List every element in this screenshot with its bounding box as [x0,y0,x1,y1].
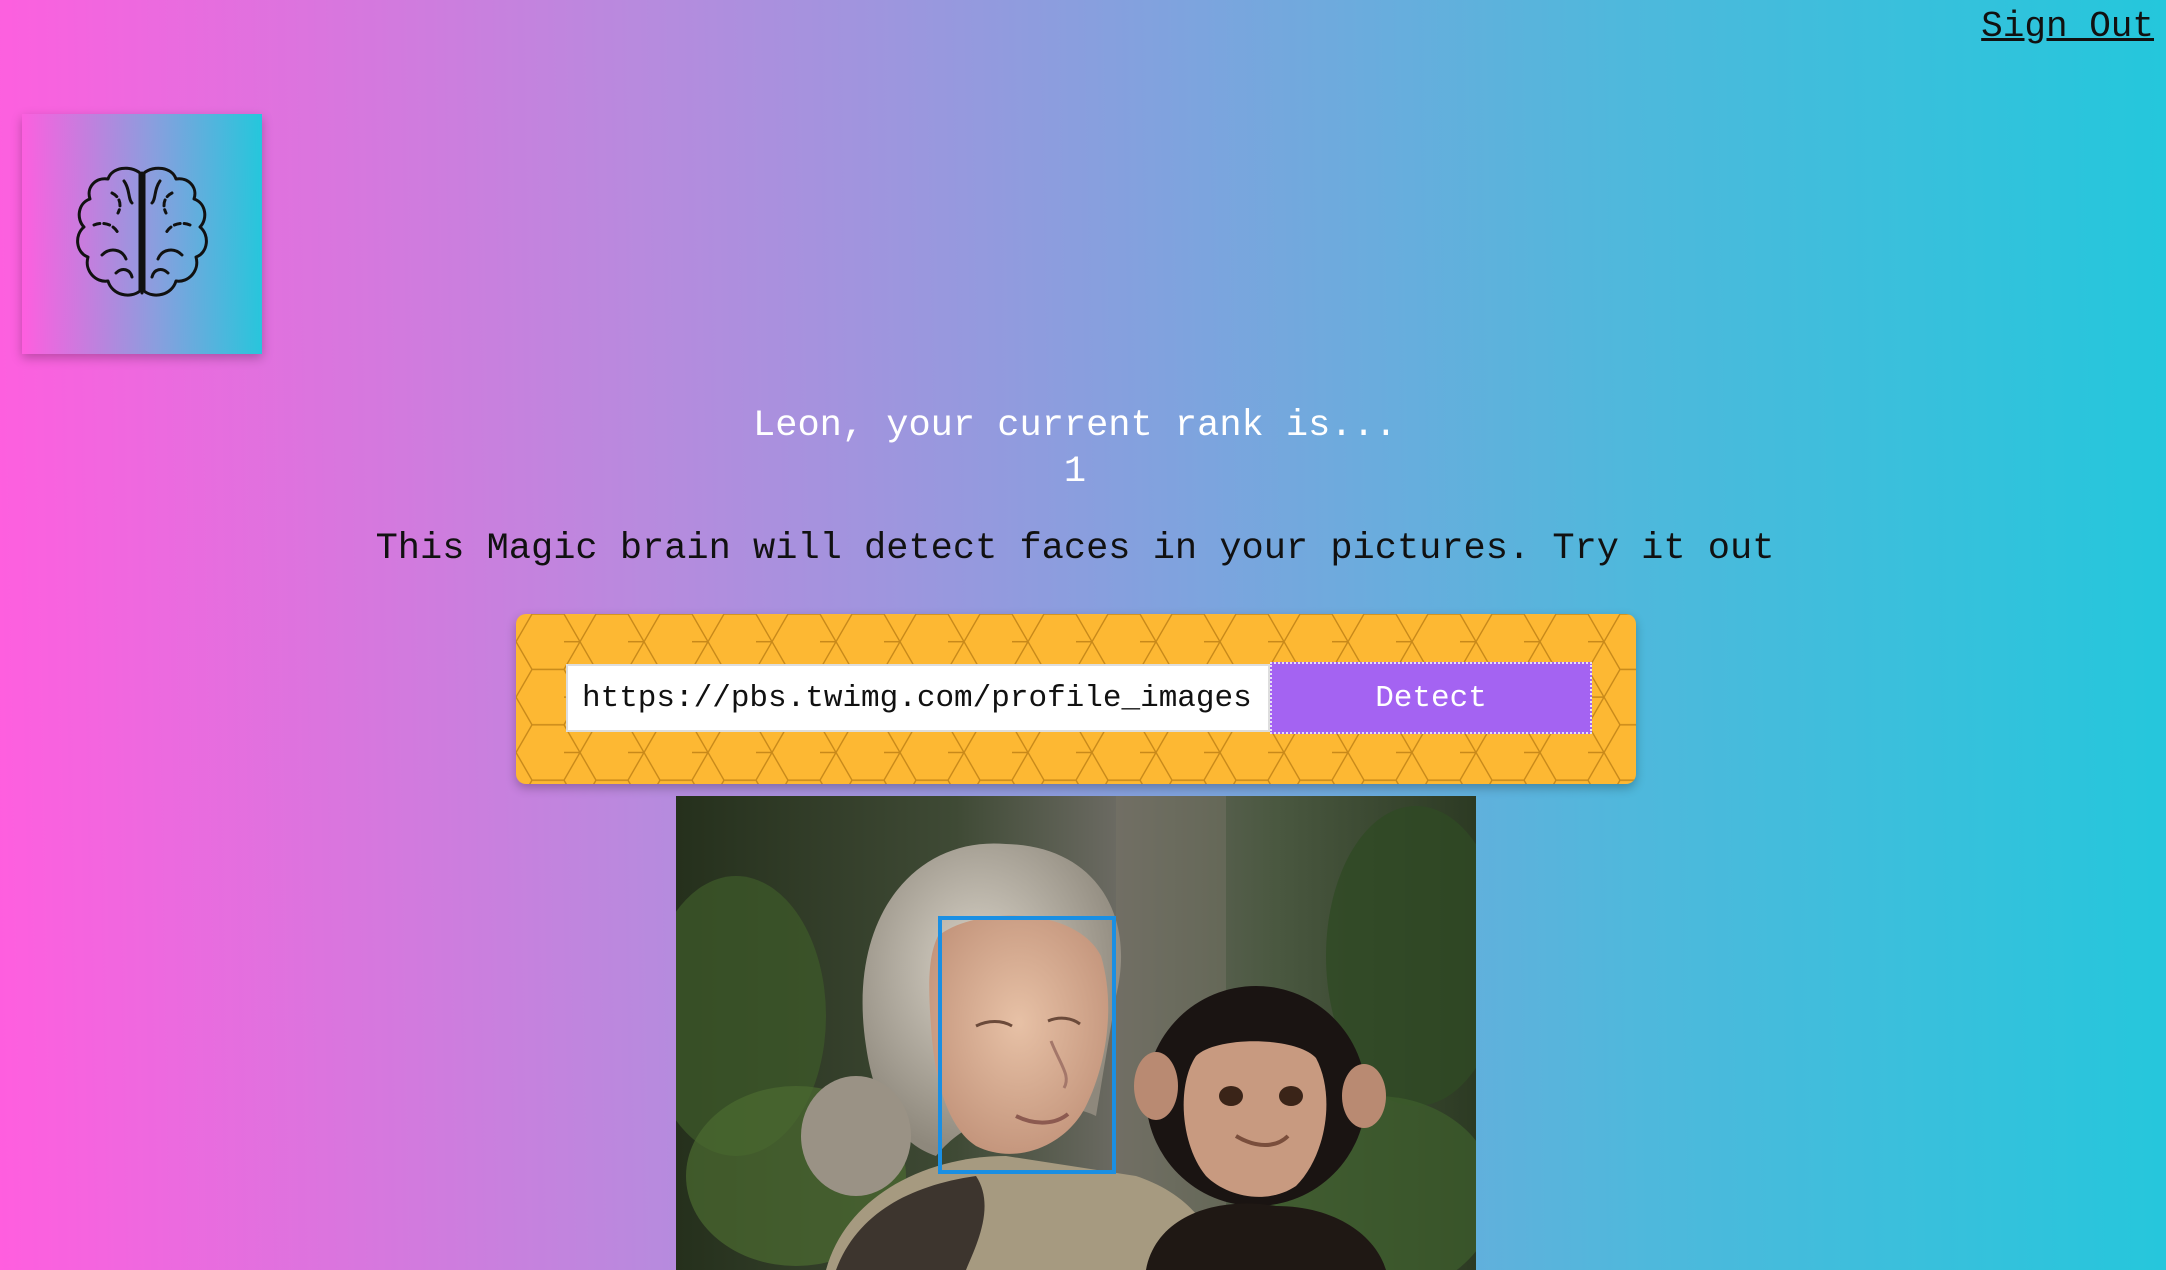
detect-button[interactable]: Detect [1270,662,1592,734]
intro-text: This Magic brain will detect faces in yo… [375,528,1775,570]
face-bounding-box [938,916,1116,1174]
image-link-form: Detect [516,614,1636,784]
logo [22,114,262,354]
rank-message: Leon, your current rank is... [753,405,1397,447]
top-nav: Sign Out [1981,0,2166,47]
image-url-input[interactable] [566,664,1270,732]
brain-icon [76,166,208,297]
rank-section: Leon, your current rank is... 1 [0,402,2150,494]
form-row: Detect [566,662,1592,734]
result-image [676,796,1476,1270]
sign-out-link[interactable]: Sign Out [1981,0,2166,47]
rank-value: 1 [1063,451,1087,493]
